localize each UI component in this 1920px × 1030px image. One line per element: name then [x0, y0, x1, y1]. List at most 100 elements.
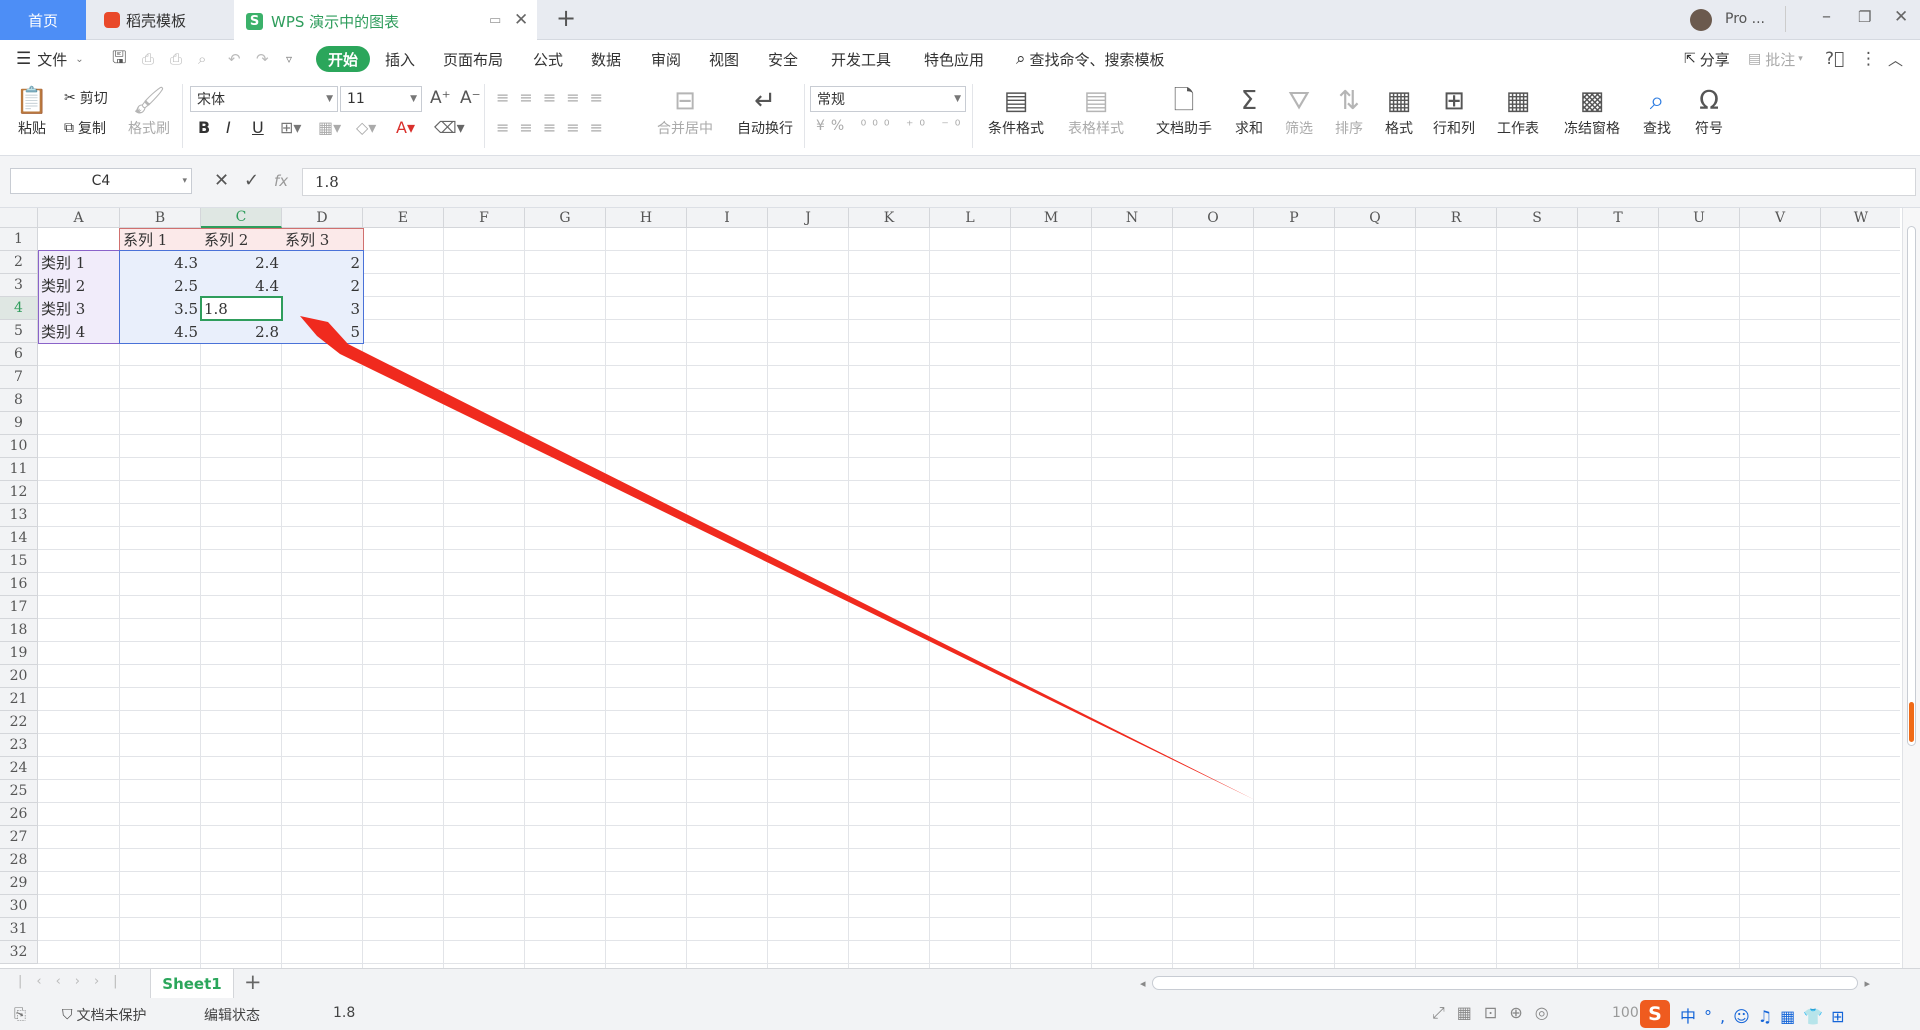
annotate-button[interactable]: ▤ 批注 ▾	[1748, 40, 1803, 78]
freeze-panes-button[interactable]: ▩ 冻结窗格	[1556, 84, 1628, 138]
view-mode-icons[interactable]: ⤢▦⊡⊕◎	[1432, 1003, 1561, 1023]
cancel-icon[interactable]: ✕	[214, 170, 229, 191]
output-pdf-icon[interactable]: ⎙	[142, 40, 154, 78]
hamburger-icon: ☰	[16, 49, 32, 69]
spreadsheet-logo-icon: S	[246, 12, 263, 30]
format-painter-button[interactable]: 🖌 格式刷	[126, 84, 172, 138]
clear-icon[interactable]: ⌫▾	[434, 118, 465, 137]
close-tab-icon[interactable]: ✕	[514, 10, 528, 30]
menu-data[interactable]: 数据	[591, 40, 621, 78]
user-name[interactable]: Pro ...	[1725, 11, 1765, 27]
add-sheet-icon[interactable]: +	[244, 970, 262, 994]
scroll-left-icon[interactable]: ◂	[1140, 977, 1146, 990]
menu-view[interactable]: 视图	[709, 40, 739, 78]
tab-bar: 首页 稻壳模板 S WPS 演示中的图表 ▭ ✕ + Pro ... – ❐ ✕	[0, 0, 1920, 40]
sum-button[interactable]: Σ 求和	[1226, 84, 1272, 138]
tab-document[interactable]: S WPS 演示中的图表 ▭ ✕	[234, 0, 537, 40]
table-style-button[interactable]: ▤ 表格样式	[1058, 84, 1134, 138]
merge-center-button[interactable]: ⊟ 合并居中	[650, 84, 720, 138]
insert-function-icon[interactable]: fx	[274, 172, 288, 190]
save-icon[interactable]: 🖫	[112, 40, 126, 78]
menu-formula[interactable]: 公式	[533, 40, 563, 78]
new-tab-icon[interactable]: +	[556, 4, 576, 32]
collapse-ribbon-icon[interactable]: ︿	[1888, 40, 1903, 78]
font-name-select[interactable]: 宋体 ▼	[190, 86, 338, 112]
horizontal-scrollbar[interactable]: ◂ ▸	[1140, 973, 1870, 993]
conditional-format-button[interactable]: ▤ 条件格式	[978, 84, 1054, 138]
find-label: 查找	[1643, 121, 1671, 137]
restore-icon[interactable]: ❐	[1858, 8, 1871, 26]
font-color-icon[interactable]: A▾	[396, 118, 415, 137]
wrap-text-button[interactable]: ↵ 自动换行	[730, 84, 800, 138]
copy-button[interactable]: ⧉ 复制	[64, 118, 106, 138]
menu-security[interactable]: 安全	[768, 40, 798, 78]
menu-review[interactable]: 审阅	[651, 40, 681, 78]
vertical-align-icons[interactable]: ≡≡≡≡≡	[496, 88, 613, 107]
spreadsheet-grid[interactable]: ABCDEFGHIJKLMNOPQRSTUVW 1 2 3 4 5 6 7 8 9 10 11 12 1…	[0, 208, 1900, 968]
font-size-select[interactable]: 11 ▼	[340, 86, 422, 112]
scroll-position-marker	[1909, 702, 1914, 742]
share-button[interactable]: ⇱ 分享	[1684, 40, 1730, 78]
horizontal-align-icons[interactable]: ≡≡≡≡≡	[496, 118, 613, 137]
fill-color-icon[interactable]: ◇▾	[356, 118, 376, 137]
sheet-tab-sheet1[interactable]: Sheet1	[150, 969, 234, 999]
find-button[interactable]: ⌕ 查找	[1634, 84, 1680, 138]
underline-icon[interactable]: U	[252, 118, 264, 137]
filter-button[interactable]: ⛛ 筛选	[1276, 84, 1322, 138]
sort-button[interactable]: ⇅ 排序	[1326, 84, 1372, 138]
formula-input[interactable]: 1.8	[302, 168, 1916, 196]
tab-docer-templates[interactable]: 稻壳模板	[88, 0, 230, 40]
number-format-select[interactable]: 常规 ▼	[810, 86, 966, 112]
sheet-nav-icons[interactable]: |‹‹››|	[18, 974, 132, 989]
doc-assistant-button[interactable]: 🗋 文档助手	[1148, 84, 1220, 138]
format-icon: ▦	[1386, 86, 1412, 116]
menu-special[interactable]: 特色应用	[924, 40, 984, 78]
decrease-font-icon[interactable]: A⁻	[460, 88, 481, 108]
menu-insert[interactable]: 插入	[385, 40, 415, 78]
redo-icon[interactable]: ↷	[256, 40, 269, 78]
protection-status[interactable]: ⛉ 文档未保护	[62, 1005, 147, 1025]
menu-page-layout[interactable]: 页面布局	[443, 40, 503, 78]
help-icon[interactable]: ?⃝	[1825, 40, 1844, 78]
ime-toolbar-icons[interactable]: 中°,☺♫▦👕⊞	[1680, 1003, 1853, 1027]
rows-cols-button[interactable]: ⊞ 行和列	[1426, 84, 1482, 138]
horizontal-scrollbar-thumb[interactable]	[1151, 976, 1859, 990]
menu-developer[interactable]: 开发工具	[831, 40, 891, 78]
border-icon[interactable]: ⊞▾	[280, 118, 301, 137]
undo-icon[interactable]: ↶	[228, 40, 241, 78]
scroll-right-icon[interactable]: ▸	[1864, 977, 1870, 990]
pin-window-icon[interactable]: ▭	[489, 13, 501, 28]
increase-font-icon[interactable]: A⁺	[430, 88, 451, 108]
paste-button[interactable]: 📋 粘贴	[12, 84, 52, 138]
macro-icon[interactable]: ⎘	[14, 1005, 26, 1023]
cell-fill-icon[interactable]: ▦▾	[318, 118, 341, 137]
symbol-button[interactable]: Ω 符号	[1686, 84, 1732, 138]
command-search[interactable]: ⌕ 查找命令、搜索模板	[1016, 40, 1165, 78]
bold-icon[interactable]: B	[198, 118, 210, 137]
shield-icon: ⛉	[62, 1007, 73, 1023]
zoom-level[interactable]: 100	[1612, 1005, 1639, 1021]
print-preview-icon[interactable]: ⌕	[198, 40, 206, 78]
close-window-icon[interactable]: ✕	[1894, 7, 1908, 27]
more-icon[interactable]: ⋮	[1860, 40, 1877, 78]
worksheet-button[interactable]: ▦ 工作表	[1490, 84, 1546, 138]
doc-assistant-icon: 🗋	[1173, 86, 1195, 116]
menu-start[interactable]: 开始	[316, 46, 371, 72]
tab-home[interactable]: 首页	[0, 0, 86, 40]
paste-label: 粘贴	[18, 121, 46, 137]
minimize-icon[interactable]: –	[1822, 6, 1831, 27]
number-format-icons[interactable]: ¥% ⁰⁰⁰ ⁺⁰ ⁻⁰	[816, 118, 966, 134]
file-menu[interactable]: ☰ 文件 ⌄	[16, 40, 84, 78]
quick-access-dropdown-icon[interactable]: ▿	[286, 40, 292, 78]
confirm-icon[interactable]: ✓	[244, 170, 259, 191]
format-button[interactable]: ▦ 格式	[1376, 84, 1422, 138]
user-avatar[interactable]	[1690, 9, 1712, 31]
vertical-scrollbar-track[interactable]	[1902, 208, 1920, 968]
italic-icon[interactable]: I	[226, 118, 231, 137]
vertical-scrollbar-thumb[interactable]	[1907, 226, 1916, 746]
chevron-down-icon: ⌄	[75, 53, 84, 65]
name-box[interactable]: C4 ▾	[10, 168, 192, 194]
cut-button[interactable]: ✂ 剪切	[64, 88, 108, 108]
ime-logo-icon[interactable]: S	[1640, 1000, 1670, 1028]
print-icon[interactable]: ⎙	[170, 40, 182, 78]
